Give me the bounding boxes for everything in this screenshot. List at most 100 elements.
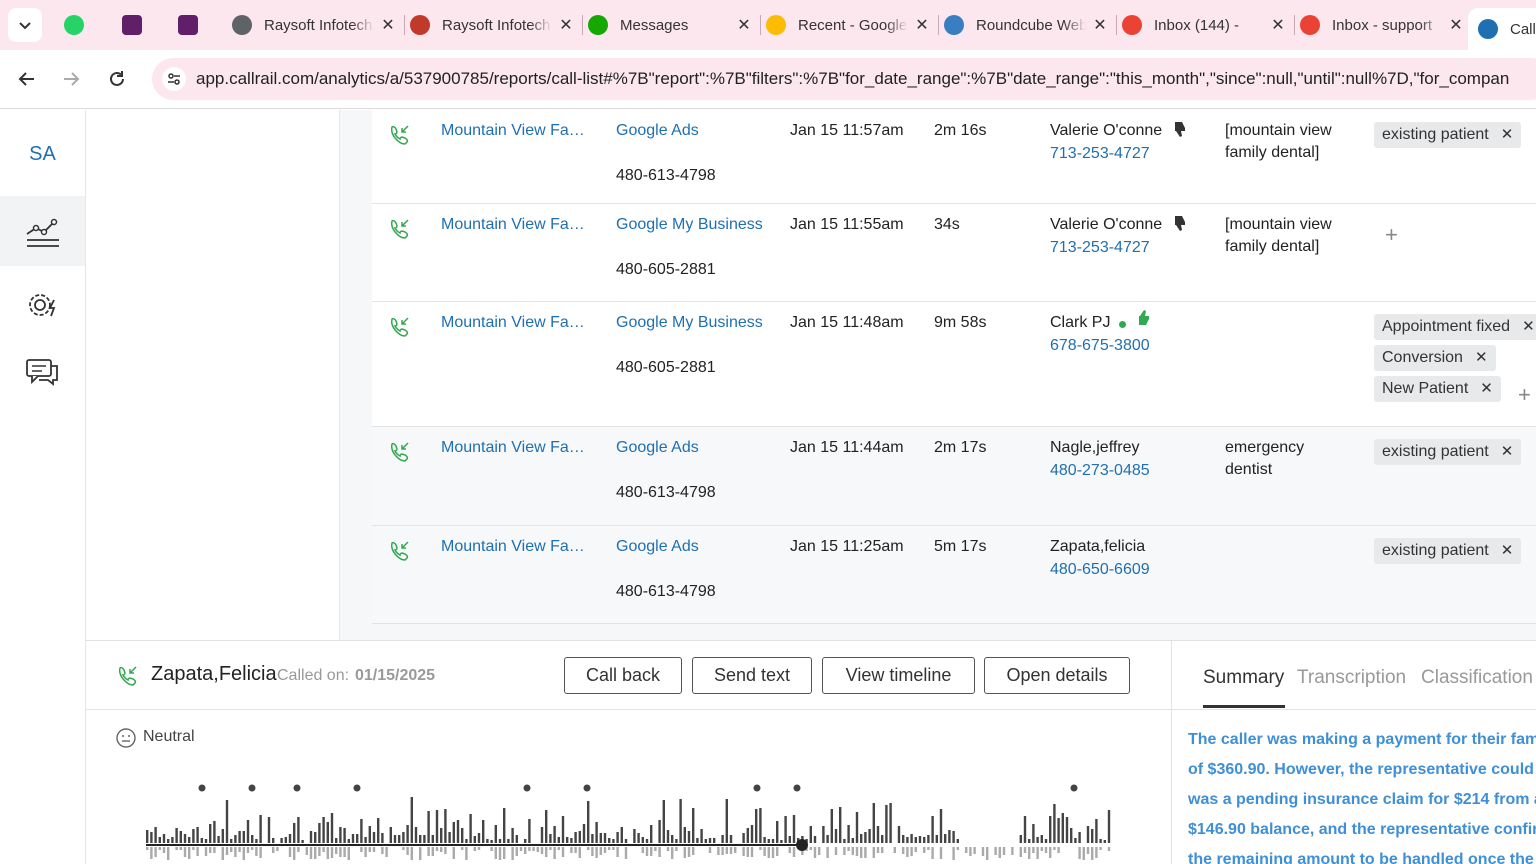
company-name[interactable]: Mountain View Fa… xyxy=(441,536,585,558)
waveform-bar xyxy=(792,847,796,857)
call-source[interactable]: Google Ads xyxy=(616,120,699,142)
waveform-bar xyxy=(750,847,754,857)
remove-tag-icon[interactable]: ✕ xyxy=(1522,318,1535,335)
waveform-bar xyxy=(692,808,695,843)
thumbs-down-icon[interactable] xyxy=(1172,214,1188,237)
close-tab-icon[interactable]: ✕ xyxy=(734,14,754,36)
company-name[interactable]: Mountain View Fa… xyxy=(441,437,585,459)
forward-arrow-icon xyxy=(64,72,80,86)
caller-phone[interactable]: 713-253-4727 xyxy=(1050,143,1150,165)
tab-classification[interactable]: Classification xyxy=(1421,667,1533,689)
waveform-bar xyxy=(746,828,749,843)
close-tab-icon[interactable]: ✕ xyxy=(1446,14,1466,36)
site-info-icon[interactable] xyxy=(162,67,186,91)
waveform-bar xyxy=(494,825,497,843)
remove-tag-icon[interactable]: ✕ xyxy=(1475,349,1488,366)
table-row[interactable]: Mountain View Fa… Google Ads 480-613-4798 J… xyxy=(372,110,1536,204)
call-time: Jan 15 11:44am xyxy=(790,439,904,456)
caller-phone[interactable]: 713-253-4727 xyxy=(1050,237,1150,259)
browser-tab-title: Recent - Google Drive xyxy=(798,16,908,34)
add-tag-icon[interactable]: + xyxy=(1518,382,1531,408)
call-source[interactable]: Google Ads xyxy=(616,437,699,459)
browser-tab[interactable]: Raysoft Infotech ✕ xyxy=(230,8,398,42)
browser-tab[interactable]: Call xyxy=(1468,8,1536,50)
call-back-button[interactable]: Call back xyxy=(564,657,682,694)
waveform-bar xyxy=(356,834,359,843)
back-button[interactable] xyxy=(12,64,42,94)
account-avatar[interactable]: SA xyxy=(0,130,85,178)
caller-phone[interactable]: 480-273-0485 xyxy=(1050,460,1150,482)
reload-button[interactable] xyxy=(102,64,132,94)
browser-tab[interactable] xyxy=(120,8,148,42)
speaker-marker xyxy=(753,784,761,792)
waveform-bar xyxy=(654,847,657,851)
tab-search-button[interactable] xyxy=(8,8,42,42)
url-text[interactable]: app.callrail.com/analytics/a/537900785/r… xyxy=(196,69,1509,89)
company-name[interactable]: Mountain View Fa… xyxy=(441,312,585,334)
table-row[interactable]: Mountain View Fa… Google My Business 480-6… xyxy=(372,302,1536,427)
waveform-bar xyxy=(750,825,754,843)
thumbs-down-icon[interactable] xyxy=(1172,120,1188,143)
browser-tab[interactable]: Messages ✕ xyxy=(586,8,754,42)
remove-tag-icon[interactable]: ✕ xyxy=(1501,443,1514,460)
company-name[interactable]: Mountain View Fa… xyxy=(441,214,585,236)
upwork-icon xyxy=(588,15,608,35)
tab-transcription[interactable]: Transcription xyxy=(1297,667,1406,689)
waveform-bar xyxy=(318,847,321,856)
browser-tab-title: Messages xyxy=(620,16,689,34)
call-duration: 2m 17s xyxy=(934,439,987,456)
tab-summary[interactable]: Summary xyxy=(1203,667,1284,689)
waveform-bar xyxy=(158,837,161,843)
browser-tab[interactable]: Inbox (144) - ✕ xyxy=(1120,8,1288,42)
close-tab-icon[interactable]: ✕ xyxy=(912,14,932,36)
waveform-bar xyxy=(843,847,846,855)
roundcube-icon xyxy=(944,15,964,35)
table-row[interactable]: Mountain View Fa… Google My Business 480-6… xyxy=(372,204,1536,302)
waveform-bar xyxy=(1028,847,1031,859)
tag-label: New Patient xyxy=(1382,380,1469,397)
close-tab-icon[interactable]: ✕ xyxy=(378,14,398,36)
remove-tag-icon[interactable]: ✕ xyxy=(1501,542,1514,559)
browser-tab[interactable]: Recent - Google Drive✕ xyxy=(764,8,932,42)
audio-waveform[interactable] xyxy=(142,781,1112,864)
remove-tag-icon[interactable]: ✕ xyxy=(1480,380,1493,397)
caller-phone[interactable]: 480-650-6609 xyxy=(1050,559,1150,581)
waveform-bar xyxy=(557,837,560,843)
table-row[interactable]: Mountain View Fa… Google Ads 480-613-4798 J… xyxy=(372,427,1536,526)
browser-tab[interactable]: Inbox - support ✕ xyxy=(1298,8,1466,42)
address-bar[interactable]: app.callrail.com/analytics/a/537900785/r… xyxy=(152,58,1536,100)
sidebar-item-communications[interactable] xyxy=(0,352,85,394)
company-name[interactable]: Mountain View Fa… xyxy=(441,120,585,142)
waveform-bar xyxy=(381,833,384,843)
close-tab-icon[interactable]: ✕ xyxy=(1268,14,1288,36)
call-source[interactable]: Google My Business xyxy=(616,214,763,236)
browser-tab[interactable]: Raysoft Infotech ✕ xyxy=(408,8,576,42)
sidebar-item-analytics[interactable] xyxy=(0,196,85,266)
call-source[interactable]: Google Ads xyxy=(616,536,699,558)
table-row[interactable]: Mountain View Fa… Google Ads 480-613-4798 J… xyxy=(372,526,1536,624)
view-timeline-button[interactable]: View timeline xyxy=(822,657,975,694)
waveform-bar xyxy=(855,812,859,843)
sidebar-item-settings[interactable] xyxy=(0,284,85,326)
tracking-number: 480-613-4798 xyxy=(616,484,716,501)
call-source[interactable]: Google My Business xyxy=(616,312,763,334)
forward-button[interactable] xyxy=(56,64,86,94)
waveform-bar xyxy=(242,831,245,843)
waveform-bar xyxy=(221,829,224,843)
remove-tag-icon[interactable]: ✕ xyxy=(1501,126,1514,143)
thumbs-up-icon[interactable] xyxy=(1136,309,1152,332)
waveform-bar xyxy=(931,816,934,843)
reload-icon xyxy=(110,71,124,86)
browser-tab[interactable]: Roundcube Webmail✕ xyxy=(942,8,1110,42)
playback-handle[interactable] xyxy=(796,839,808,851)
browser-tab[interactable] xyxy=(176,8,204,42)
browser-tab[interactable] xyxy=(62,8,90,42)
caller-phone[interactable]: 678-675-3800 xyxy=(1050,335,1150,357)
close-tab-icon[interactable]: ✕ xyxy=(556,14,576,36)
close-tab-icon[interactable]: ✕ xyxy=(1090,14,1110,36)
add-tag-icon[interactable]: + xyxy=(1385,222,1398,248)
open-details-button[interactable]: Open details xyxy=(984,657,1130,694)
waveform-bar xyxy=(293,847,296,860)
send-text-button[interactable]: Send text xyxy=(692,657,812,694)
waveform-bar xyxy=(1028,839,1031,843)
